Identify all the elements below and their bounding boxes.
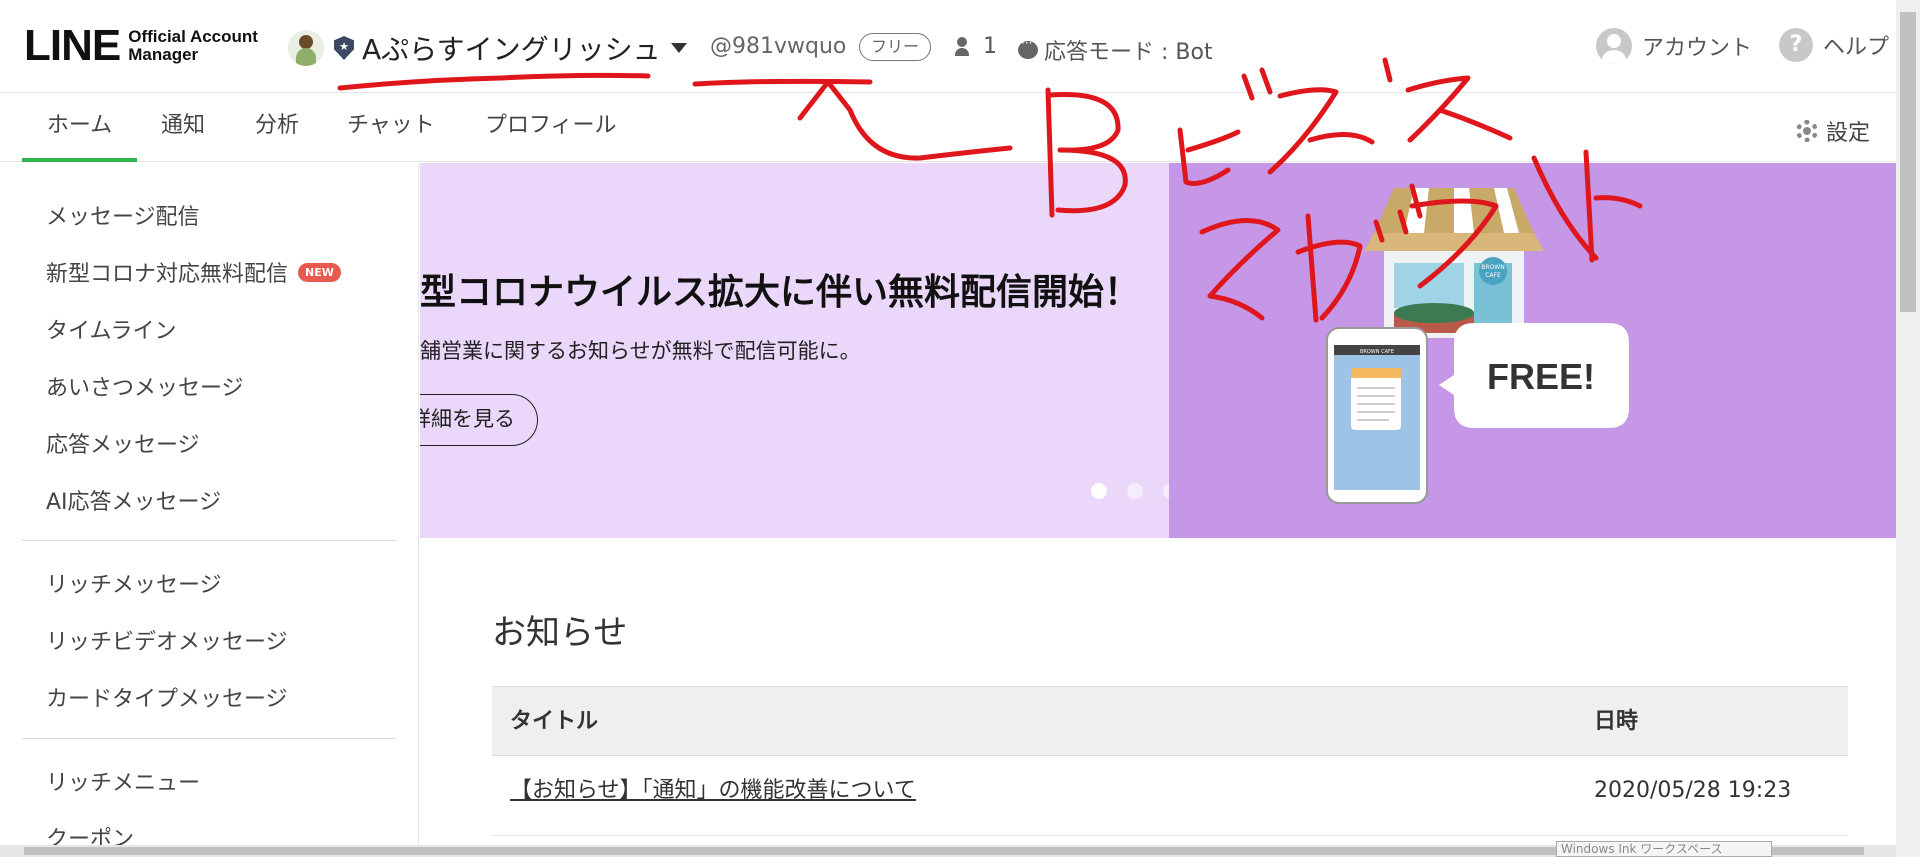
sidebar-item-label: カードタイプメッセージ <box>46 687 288 712</box>
help-menu[interactable]: ? ヘルプ <box>1779 28 1889 62</box>
sidebar-item-card-message[interactable]: カードタイプメッセージ <box>46 681 288 713</box>
top-bar: LINE Official Account Manager ★ Aぷらすイングリ… <box>0 0 1896 93</box>
shop-awning <box>1364 233 1544 251</box>
tab-home[interactable]: ホーム <box>22 93 137 162</box>
shop-sign <box>1479 257 1507 285</box>
people-icon <box>955 36 977 57</box>
phone-card-header <box>1351 368 1401 378</box>
sidebar-item-greeting-message[interactable]: あいさつメッセージ <box>46 370 244 402</box>
shop-window <box>1394 263 1464 308</box>
settings-button[interactable]: 設定 <box>1796 115 1870 147</box>
account-id: @981vwquo <box>710 34 847 59</box>
notice-title-link[interactable]: 【お知らせ】「通知」の機能改善について <box>510 756 916 826</box>
response-mode-label: 応答モード : Bot <box>1044 40 1213 65</box>
vertical-scroll-thumb[interactable] <box>1900 12 1916 312</box>
sidebar-item-label: リッチメッセージ <box>46 573 222 598</box>
column-header-date: 日時 <box>1594 709 1639 734</box>
account-menu[interactable]: アカウント <box>1596 28 1752 64</box>
sidebar-item-label: リッチビデオメッセージ <box>46 630 288 655</box>
banner-illustration-panel: BROWN CAFE BROWN CAFE FREE! <box>1169 163 1896 538</box>
logo-sub-text: Official Account Manager <box>128 27 258 64</box>
friends-count-value: 1 <box>983 34 997 59</box>
account-switcher[interactable]: ★ Aぷらすイングリッシュ <box>288 28 687 68</box>
banner-text-panel: 型コロナウイルス拡大に伴い無料配信開始！ 舗営業に関するお知らせが無料で配信可能… <box>420 163 1251 538</box>
vertical-scrollbar[interactable] <box>1896 0 1920 857</box>
sidebar-item-label: タイムライン <box>46 319 177 344</box>
notices-section-title: お知らせ <box>492 613 628 653</box>
table-row: 【お知らせ】「通知」の機能改善について 2020/05/28 19:23 <box>492 756 1848 836</box>
tab-chat[interactable]: チャット <box>347 93 435 162</box>
gear-icon <box>1796 120 1818 142</box>
sidebar-item-label: あいさつメッセージ <box>46 376 244 401</box>
carousel-dot[interactable] <box>1091 483 1107 499</box>
chat-bubble-icon <box>1018 36 1038 59</box>
new-badge: NEW <box>298 262 341 282</box>
table-header: タイトル 日時 <box>492 686 1848 756</box>
carousel-dot[interactable] <box>1127 483 1143 499</box>
shop-sign-text: CAFE <box>1485 272 1501 279</box>
banner-title: 型コロナウイルス拡大に伴い無料配信開始！ <box>420 272 1141 313</box>
banner-carousel[interactable]: 型コロナウイルス拡大に伴い無料配信開始！ 舗営業に関するお知らせが無料で配信可能… <box>420 163 1896 538</box>
user-icon <box>1596 28 1632 64</box>
account-link-label: アカウント <box>1642 36 1753 61</box>
sidebar-item-covid-free-delivery[interactable]: 新型コロナ対応無料配信 NEW <box>46 256 341 288</box>
sidebar-item-ai-response[interactable]: AI応答メッセージ <box>46 484 221 516</box>
response-mode[interactable]: 応答モード : Bot <box>1018 34 1213 66</box>
help-link-label: ヘルプ <box>1823 35 1890 60</box>
sidebar-item-label: 新型コロナ対応無料配信 <box>46 262 289 287</box>
shield-icon: ★ <box>334 36 354 60</box>
avatar <box>288 30 324 66</box>
sidebar-item-timeline[interactable]: タイムライン <box>46 313 176 345</box>
banner-subtitle: 舗営業に関するお知らせが無料で配信可能に。 <box>420 339 861 363</box>
sidebar-item-label: メッセージ配信 <box>46 205 200 230</box>
logo-line-text: LINE <box>24 21 121 70</box>
sidebar-divider <box>22 540 396 541</box>
sidebar-item-label: AI応答メッセージ <box>46 490 222 515</box>
sidebar-divider <box>22 738 396 739</box>
sidebar-item-rich-video-message[interactable]: リッチビデオメッセージ <box>46 624 288 656</box>
column-header-title: タイトル <box>510 709 599 734</box>
shop-bushes <box>1394 303 1474 323</box>
sidebar-item-label: リッチメニュー <box>46 771 201 796</box>
tab-profile[interactable]: プロフィール <box>485 93 617 162</box>
phone-header-text: BROWN CAFE <box>1360 349 1394 355</box>
help-icon: ? <box>1779 28 1813 62</box>
chevron-down-icon[interactable] <box>670 43 687 53</box>
free-text: FREE! <box>1487 356 1595 397</box>
cafe-illustration: BROWN CAFE BROWN CAFE FREE! <box>1326 188 1629 504</box>
settings-label: 設定 <box>1826 121 1871 146</box>
sidebar-item-auto-response[interactable]: 応答メッセージ <box>46 427 200 459</box>
banner-details-button[interactable]: 詳細を見る <box>420 394 538 446</box>
sidebar-item-label: 応答メッセージ <box>46 433 200 458</box>
friends-count: 1 <box>955 34 997 59</box>
sidebar: メッセージ配信 新型コロナ対応無料配信 NEW タイムライン あいさつメッセージ… <box>0 163 419 857</box>
sidebar-item-rich-menu[interactable]: リッチメニュー <box>46 765 200 797</box>
sidebar-item-rich-message[interactable]: リッチメッセージ <box>46 567 222 599</box>
windows-ink-tooltip: Windows Ink ワークスペース <box>1556 841 1772 857</box>
notice-date: 2020/05/28 19:23 <box>1594 778 1792 803</box>
tab-analytics[interactable]: 分析 <box>255 93 299 162</box>
line-logo[interactable]: LINE Official Account Manager <box>24 24 268 68</box>
account-name: Aぷらすイングリッシュ <box>362 33 661 66</box>
main-tabs: ホーム 通知 分析 チャット プロフィール 設定 <box>0 93 1896 162</box>
shop-sign-text: BROWN <box>1481 264 1504 271</box>
plan-badge: フリー <box>859 33 931 61</box>
notices-table: タイトル 日時 【お知らせ】「通知」の機能改善について 2020/05/28 1… <box>492 686 1848 836</box>
sidebar-item-message-delivery[interactable]: メッセージ配信 <box>46 199 200 231</box>
tab-notifications[interactable]: 通知 <box>161 93 205 162</box>
